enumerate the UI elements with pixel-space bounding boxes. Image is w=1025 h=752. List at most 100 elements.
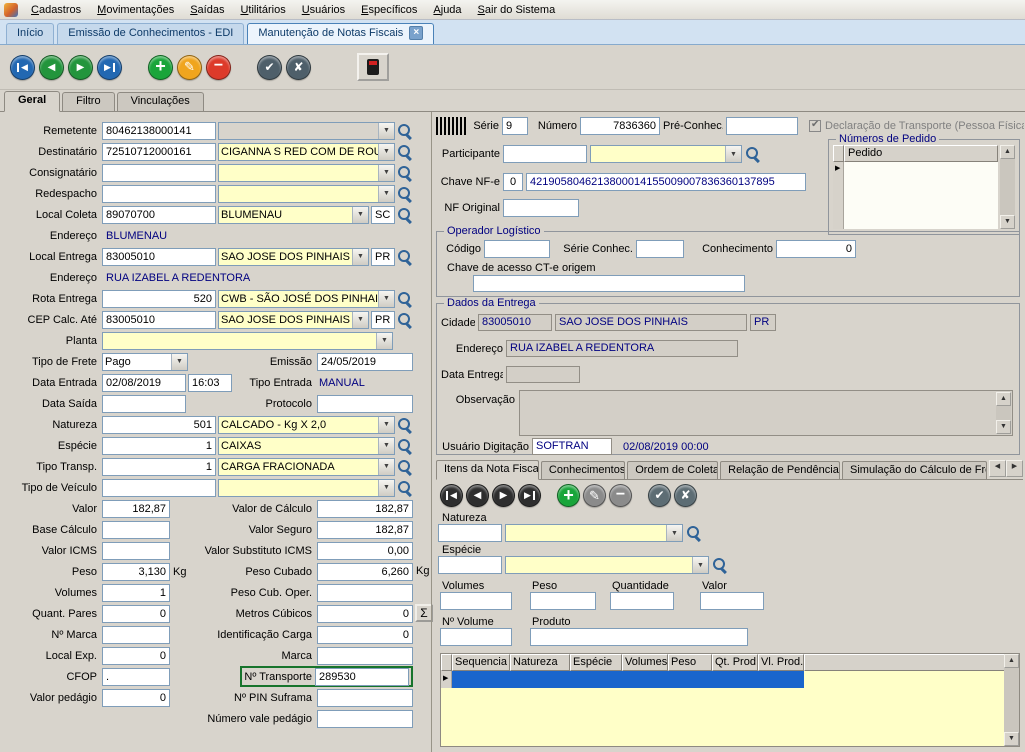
itens-valor-input[interactable] — [700, 592, 764, 610]
tipo-transp-code-input[interactable] — [102, 458, 216, 476]
pre-conhec-input[interactable] — [726, 117, 798, 135]
operador-codigo-input[interactable] — [484, 240, 550, 258]
n-marca-input[interactable] — [102, 626, 170, 644]
menu-usuarios[interactable]: Usuários — [294, 2, 353, 18]
scroll-down-icon[interactable] — [996, 420, 1011, 434]
tipo-veiculo-search-icon[interactable] — [397, 480, 413, 496]
vale-pedagio-input[interactable] — [317, 710, 413, 728]
rota-entrega-code-input[interactable] — [102, 290, 216, 308]
menu-movimentacoes[interactable]: Movimentações — [89, 2, 182, 18]
pin-suframa-input[interactable] — [317, 689, 413, 707]
chave-nfe-digit-input[interactable] — [503, 173, 523, 191]
tipo-frete-combo[interactable]: Pago — [102, 353, 188, 371]
col-volumes[interactable]: Volumes — [622, 654, 668, 671]
tipo-transp-combo[interactable]: CARGA FRACIONADA — [218, 458, 395, 476]
participante-code-input[interactable] — [503, 145, 587, 163]
tab-conhecimentos[interactable]: Conhecimentos — [541, 461, 625, 479]
combo-arrow-icon[interactable] — [378, 123, 394, 139]
n-transporte-input[interactable] — [315, 668, 409, 686]
col-natureza[interactable]: Natureza — [510, 654, 570, 671]
itens-n-volume-input[interactable] — [440, 628, 512, 646]
consignatario-search-icon[interactable] — [397, 165, 413, 181]
valor-substituto-input[interactable] — [317, 542, 413, 560]
declaracao-checkbox[interactable]: Declaração de Transporte (Pessoa Física) — [809, 120, 1024, 132]
itens-natureza-combo[interactable] — [505, 524, 683, 542]
rota-entrega-combo[interactable]: CWB - SÃO JOSÉ DOS PINHAIS — [218, 290, 395, 308]
remetente-code-input[interactable] — [102, 122, 216, 140]
subtab-vinculacoes[interactable]: Vinculações — [117, 92, 204, 111]
tab-relacao-pendencias[interactable]: Relação de Pendências — [720, 461, 840, 479]
pedido-list[interactable] — [833, 162, 998, 229]
col-sequencia[interactable]: Sequencia — [452, 654, 510, 671]
itens-nav-first-button[interactable] — [440, 484, 463, 507]
combo-arrow-icon[interactable] — [352, 207, 368, 223]
tipo-transp-search-icon[interactable] — [397, 459, 413, 475]
scroll-up-icon[interactable] — [1004, 654, 1019, 668]
local-entrega-combo[interactable]: SAO JOSE DOS PINHAIS — [218, 248, 369, 266]
combo-arrow-icon[interactable] — [378, 459, 394, 475]
local-entrega-search-icon[interactable] — [397, 249, 413, 265]
tab-itens-nota-fiscal[interactable]: Itens da Nota Fiscal — [436, 460, 539, 480]
col-qt-prod[interactable]: Qt. Prod. — [712, 654, 758, 671]
itens-add-button[interactable] — [557, 484, 580, 507]
tab-scroll-right-icon[interactable] — [1006, 460, 1023, 477]
valor-icms-input[interactable] — [102, 542, 170, 560]
combo-arrow-icon[interactable] — [725, 146, 741, 162]
combo-arrow-icon[interactable] — [378, 144, 394, 160]
cep-calc-code-input[interactable] — [102, 311, 216, 329]
operador-conhecimento-input[interactable] — [776, 240, 856, 258]
cep-calc-search-icon[interactable] — [397, 312, 413, 328]
grid-scrollbar[interactable] — [1004, 654, 1019, 746]
valor-calculo-input[interactable] — [317, 500, 413, 518]
itens-nav-last-button[interactable] — [518, 484, 541, 507]
local-coleta-uf-input[interactable] — [371, 206, 395, 224]
scroll-down-icon[interactable] — [1004, 732, 1019, 746]
obs-scrollbar[interactable] — [996, 392, 1011, 434]
especie-search-icon[interactable] — [397, 438, 413, 454]
cancel-button[interactable] — [286, 55, 311, 80]
cep-calc-combo[interactable]: SAO JOSE DOS PINHAIS — [218, 311, 369, 329]
natureza-code-input[interactable] — [102, 416, 216, 434]
delete-button[interactable] — [206, 55, 231, 80]
menu-cadastros[interactable]: Cadastros — [23, 2, 89, 18]
subtab-filtro[interactable]: Filtro — [62, 92, 114, 111]
combo-arrow-icon[interactable] — [376, 333, 392, 349]
data-entrada-time-input[interactable] — [188, 374, 232, 392]
chave-nfe-input[interactable] — [526, 173, 806, 191]
col-vl-prod[interactable]: Vl. Prod. — [758, 654, 804, 671]
combo-arrow-icon[interactable] — [352, 312, 368, 328]
menu-saidas[interactable]: Saídas — [182, 2, 232, 18]
itens-edit-button[interactable] — [583, 484, 606, 507]
itens-delete-button[interactable] — [609, 484, 632, 507]
menu-sair[interactable]: Sair do Sistema — [470, 2, 564, 18]
pedido-scrollbar[interactable] — [1000, 145, 1015, 229]
tab-ordem-coleta[interactable]: Ordem de Coleta — [627, 461, 718, 479]
local-coleta-search-icon[interactable] — [397, 207, 413, 223]
itens-natureza-search-icon[interactable] — [686, 525, 702, 541]
remetente-search-icon[interactable] — [397, 123, 413, 139]
operador-chave-input[interactable] — [473, 275, 745, 292]
local-entrega-uf-input[interactable] — [371, 248, 395, 266]
quant-pares-input[interactable] — [102, 605, 170, 623]
natureza-combo[interactable]: CALCADO - Kg X 2,0 — [218, 416, 395, 434]
confirm-button[interactable] — [257, 55, 282, 80]
combo-arrow-icon[interactable] — [378, 480, 394, 496]
itens-confirm-button[interactable] — [648, 484, 671, 507]
combo-arrow-icon[interactable] — [378, 291, 394, 307]
pedido-column-header[interactable]: Pedido — [844, 145, 998, 162]
peso-cub-oper-input[interactable] — [317, 584, 413, 602]
combo-arrow-icon[interactable] — [378, 417, 394, 433]
edit-button[interactable] — [177, 55, 202, 80]
menu-especificos[interactable]: Específicos — [353, 2, 425, 18]
metros-cubicos-input[interactable] — [317, 605, 413, 623]
participante-search-icon[interactable] — [745, 146, 761, 162]
menu-utilitarios[interactable]: Utilitários — [232, 2, 293, 18]
destinatario-code-input[interactable] — [102, 143, 216, 161]
consignatario-code-input[interactable] — [102, 164, 216, 182]
tab-simulacao-calculo[interactable]: Simulação do Cálculo de Fret — [842, 461, 987, 479]
planta-combo[interactable] — [102, 332, 393, 350]
especie-combo[interactable]: CAIXAS — [218, 437, 395, 455]
itens-peso-input[interactable] — [530, 592, 596, 610]
volumes-input[interactable] — [102, 584, 170, 602]
data-entrada-date-input[interactable] — [102, 374, 186, 392]
